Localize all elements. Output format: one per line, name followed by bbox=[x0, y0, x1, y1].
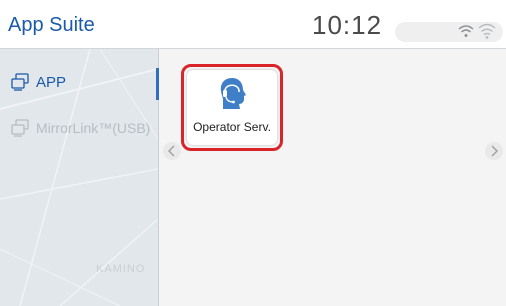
operator-headset-icon bbox=[220, 78, 246, 109]
chevron-left-icon[interactable] bbox=[162, 141, 182, 161]
app-suite-screen: App Suite 10:12 KAMINO APP MirrorLink™(U… bbox=[0, 0, 506, 306]
header-bar: App Suite 10:12 bbox=[0, 0, 506, 49]
sidebar-item-label: APP bbox=[36, 73, 67, 91]
sidebar-item-mirrorlink[interactable]: MirrorLink™(USB) bbox=[0, 108, 158, 148]
app-list-icon bbox=[11, 73, 29, 91]
wifi-off-icon bbox=[478, 23, 496, 39]
clock: 10:12 bbox=[312, 10, 383, 40]
app-grid: Operator Serv. bbox=[159, 49, 506, 306]
mirrorlink-icon bbox=[11, 119, 29, 137]
app-tile-operator-service[interactable]: Operator Serv. bbox=[187, 70, 277, 145]
app-tile-label: Operator Serv. bbox=[193, 120, 271, 134]
map-label: KAMINO bbox=[96, 263, 146, 275]
sidebar-item-label: MirrorLink™(USB) bbox=[36, 120, 151, 136]
wifi-icon bbox=[458, 25, 474, 37]
sidebar-item-app[interactable]: APP bbox=[0, 62, 158, 102]
page-title: App Suite bbox=[8, 14, 95, 36]
chevron-right-icon[interactable] bbox=[484, 141, 504, 161]
